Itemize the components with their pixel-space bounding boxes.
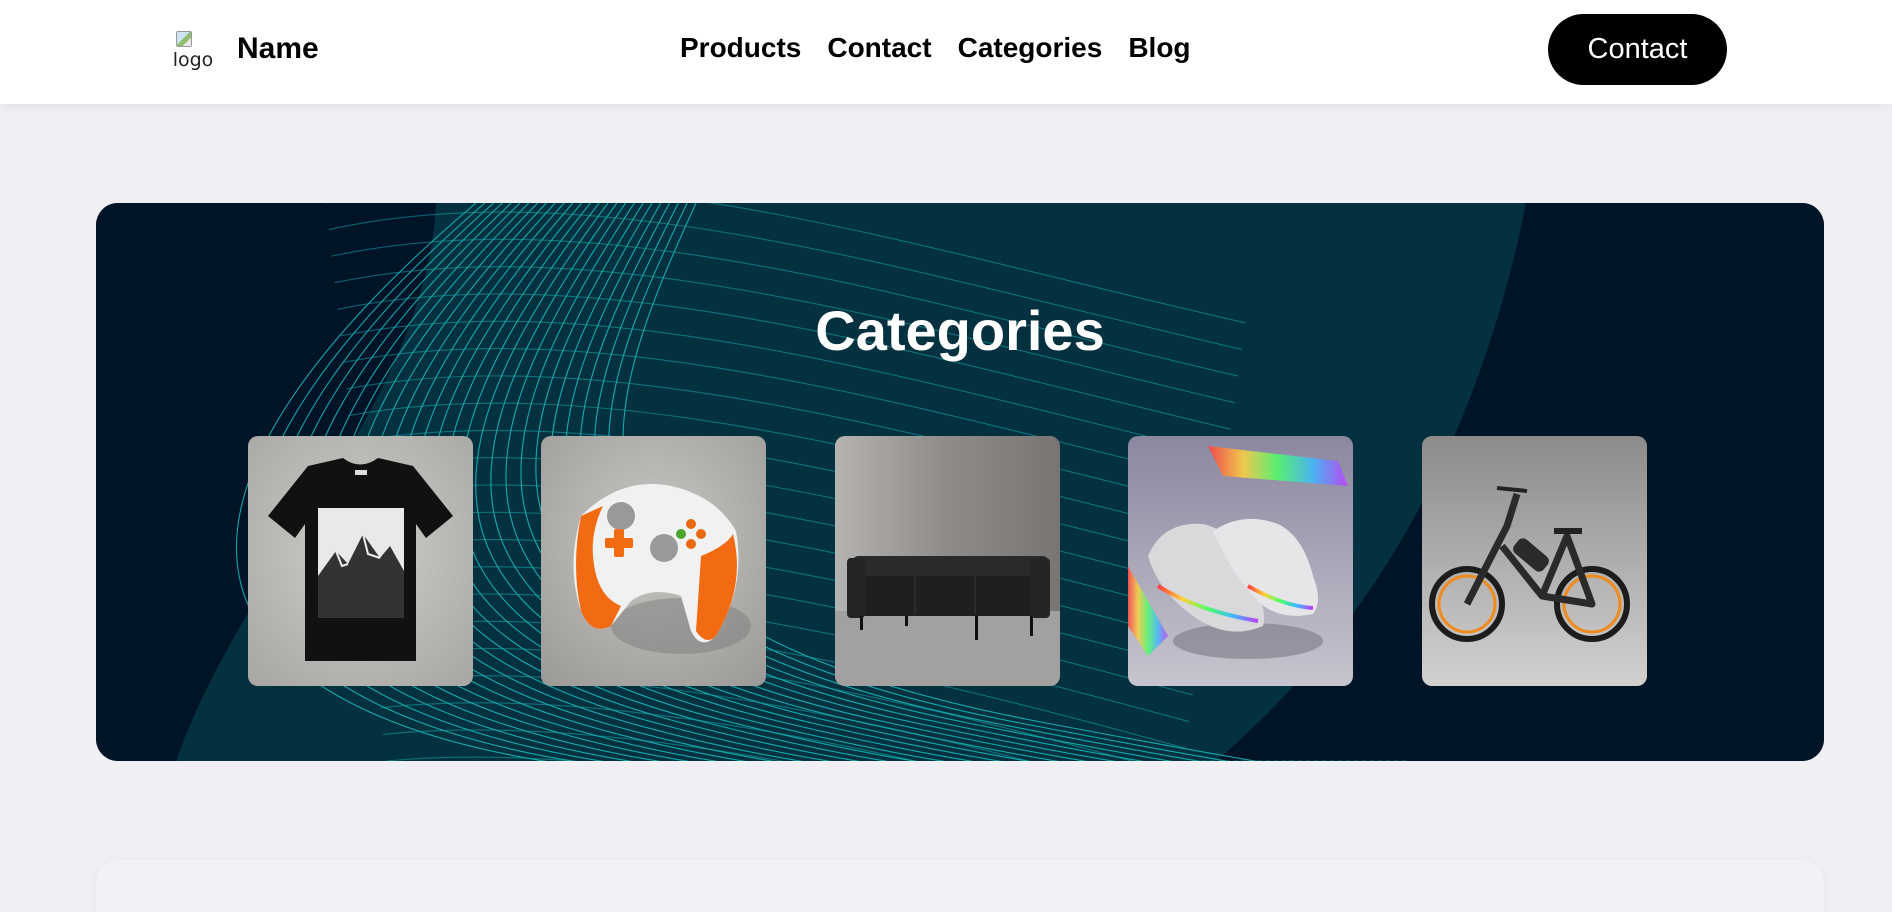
nav-link-contact[interactable]: Contact	[827, 28, 931, 68]
sneakers-image	[1128, 436, 1353, 686]
ebike-image	[1422, 436, 1647, 686]
main-nav: Products Contact Categories Blog	[680, 28, 1191, 68]
game-controller-image	[541, 436, 766, 686]
brand-name[interactable]: Name	[237, 32, 319, 66]
nav-link-products[interactable]: Products	[680, 28, 801, 68]
contact-button[interactable]: Contact	[1548, 14, 1727, 85]
brand[interactable]: logo Name	[173, 24, 319, 74]
section-title: Categories	[815, 299, 1105, 362]
category-card-gaming[interactable]	[541, 436, 766, 686]
next-section-panel	[96, 860, 1824, 912]
categories-section: Categories	[96, 203, 1824, 761]
category-card-clothing[interactable]	[248, 436, 473, 686]
logo-image[interactable]: logo	[173, 28, 213, 70]
category-card-furniture[interactable]	[835, 436, 1060, 686]
nav-link-blog[interactable]: Blog	[1128, 28, 1190, 68]
sofa-image	[835, 436, 1060, 686]
category-card-bikes[interactable]	[1422, 436, 1647, 686]
nav-link-categories[interactable]: Categories	[958, 28, 1103, 68]
category-card-footwear[interactable]	[1128, 436, 1353, 686]
tshirt-image	[248, 436, 473, 686]
site-header: logo Name Products Contact Categories Bl…	[0, 0, 1892, 104]
